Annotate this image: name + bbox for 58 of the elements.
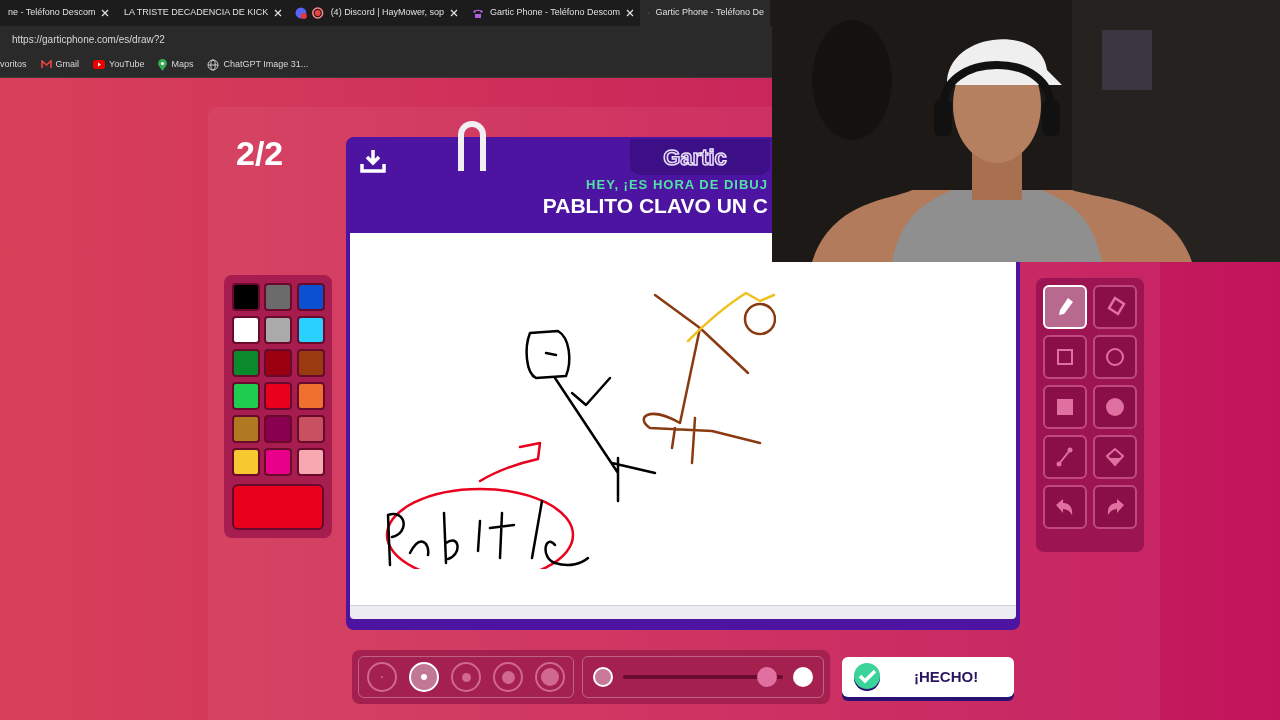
bucket-icon — [1103, 445, 1127, 469]
chat-badge-icon — [295, 7, 325, 19]
gartic-logo: Gartic — [663, 143, 727, 172]
opacity-high-icon — [793, 667, 813, 687]
color-swatch[interactable] — [296, 349, 325, 377]
download-icon[interactable] — [360, 149, 386, 173]
mail-icon — [40, 60, 52, 69]
color-swatch[interactable] — [232, 448, 260, 476]
close-icon[interactable] — [626, 9, 634, 17]
color-swatch[interactable] — [232, 415, 260, 443]
tool-button[interactable] — [1043, 485, 1087, 529]
browser-tab[interactable]: Gartic Phone - Teléfono De — [640, 0, 770, 26]
circle-icon — [1103, 345, 1127, 369]
prompt-text: PABLITO CLAVO UN C — [542, 193, 768, 219]
url-text[interactable]: https://garticphone.com/es/draw?2 — [12, 31, 165, 47]
prompt-label: HEY, ¡ES HORA DE DIBUJ — [586, 177, 768, 193]
opacity-slider[interactable] — [623, 667, 783, 687]
color-swatch[interactable] — [264, 349, 293, 377]
tool-button[interactable] — [1043, 385, 1087, 429]
color-swatch[interactable] — [264, 283, 293, 311]
color-swatch[interactable] — [232, 316, 260, 344]
round-counter: 2/2 — [235, 133, 285, 173]
slider-thumb[interactable] — [757, 667, 777, 687]
color-swatch[interactable] — [296, 415, 325, 443]
tool-button[interactable] — [1093, 485, 1137, 529]
color-swatch[interactable] — [232, 349, 260, 377]
color-swatch[interactable] — [264, 316, 293, 344]
bookmark[interactable]: Maps — [158, 57, 194, 72]
bookmark[interactable]: YouTube — [93, 57, 145, 72]
map-pin-icon — [158, 58, 168, 71]
tool-button[interactable] — [1093, 285, 1137, 329]
check-icon — [852, 662, 882, 692]
tool-button[interactable] — [1043, 335, 1087, 379]
color-swatch[interactable] — [264, 415, 293, 443]
color-swatch[interactable] — [296, 382, 325, 410]
tool-button[interactable] — [1093, 335, 1137, 379]
binder-ring — [458, 121, 486, 171]
color-swatch[interactable] — [296, 448, 325, 476]
color-swatch[interactable] — [264, 382, 293, 410]
close-icon[interactable] — [274, 9, 283, 17]
drawing-canvas[interactable] — [350, 233, 1016, 605]
bookmark[interactable]: Gmail — [40, 57, 80, 72]
color-swatch[interactable] — [232, 382, 260, 410]
close-icon[interactable] — [101, 9, 110, 17]
tool-button[interactable] — [1093, 435, 1137, 479]
tool-button[interactable] — [1043, 435, 1087, 479]
video-icon — [93, 60, 106, 69]
globe-icon — [207, 58, 220, 71]
bookmark[interactable]: voritos — [0, 57, 27, 72]
color-swatch[interactable] — [264, 448, 293, 476]
tool-button[interactable] — [1093, 385, 1137, 429]
color-swatch[interactable] — [296, 283, 325, 311]
opacity-low-icon — [593, 667, 613, 687]
color-swatch[interactable] — [296, 316, 325, 344]
close-icon[interactable] — [450, 9, 458, 17]
color-swatch[interactable] — [232, 283, 260, 311]
filled-circle-icon — [1103, 395, 1127, 419]
bookmark[interactable]: ChatGPT Image 31... — [207, 57, 309, 72]
